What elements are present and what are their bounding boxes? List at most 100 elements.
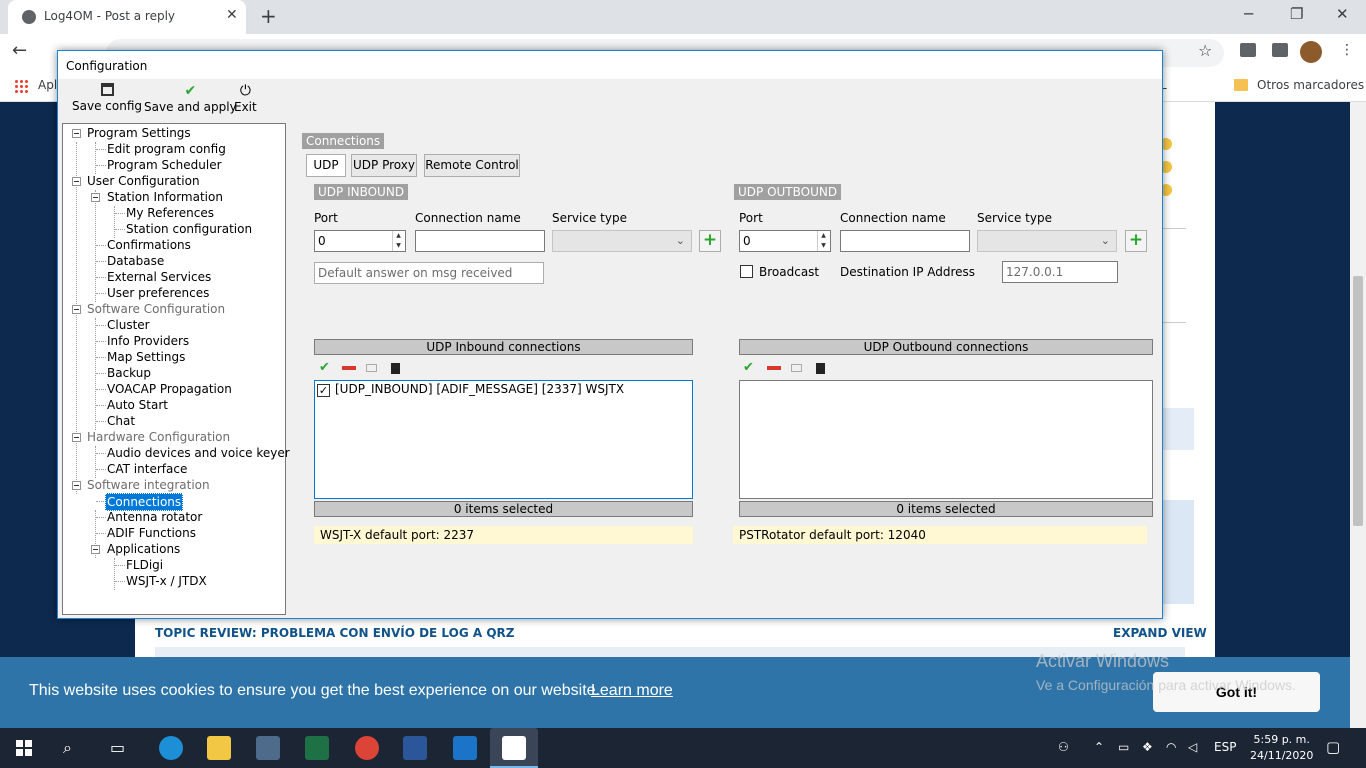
search-icon[interactable]: ⌕ (63, 738, 72, 758)
chevron-up-icon[interactable]: ⌃ (1094, 740, 1104, 754)
notifications-icon[interactable]: ▢ (1326, 738, 1340, 756)
file-explorer-icon[interactable] (207, 736, 231, 760)
enable-check-icon[interactable]: ✔ (319, 361, 330, 375)
tree-station-information[interactable]: Station Information (107, 189, 223, 205)
clock[interactable]: 5:59 p. m. 24/11/2020 (1250, 732, 1313, 764)
tree-hardware-configuration[interactable]: Hardware Configuration (87, 429, 230, 445)
tree-applications[interactable]: Applications (107, 541, 180, 557)
page-scrollbar[interactable] (1350, 102, 1366, 728)
tree-database[interactable]: Database (107, 253, 164, 269)
default-answer-input[interactable]: Default answer on msg received (314, 262, 544, 284)
learn-more-link[interactable]: Learn more (591, 682, 673, 700)
window-close-icon[interactable]: ✕ (1336, 5, 1349, 23)
tree-adif-functions[interactable]: ADIF Functions (107, 525, 196, 541)
list-item-checkbox[interactable]: ✓ (317, 384, 330, 397)
other-bookmarks[interactable]: Otros marcadores (1257, 78, 1364, 92)
collapse-toggle-icon[interactable] (72, 177, 81, 186)
word-icon[interactable] (403, 736, 427, 760)
store-icon[interactable] (256, 736, 280, 760)
tree-cat-interface[interactable]: CAT interface (107, 461, 187, 477)
outbound-add-button[interactable]: + (1125, 230, 1147, 252)
windows-start-icon[interactable] (16, 740, 32, 756)
destination-ip-input[interactable]: 127.0.0.1 (1002, 261, 1118, 283)
tree-user-configuration[interactable]: User Configuration (87, 173, 200, 189)
list-item[interactable]: [UDP_INBOUND] [ADIF_MESSAGE] [2337] WSJT… (335, 382, 624, 396)
tree-cluster[interactable]: Cluster (107, 317, 150, 333)
dialog-titlebar[interactable]: Configuration (58, 51, 1162, 79)
tree-chat[interactable]: Chat (107, 413, 135, 429)
trash-icon[interactable] (816, 363, 825, 374)
tree-backup[interactable]: Backup (107, 365, 151, 381)
inbound-connection-name-input[interactable] (415, 230, 545, 252)
inbound-connections-list[interactable]: ✓ [UDP_INBOUND] [ADIF_MESSAGE] [2337] WS… (314, 380, 693, 499)
expand-view-link[interactable]: EXPAND VIEW (1113, 626, 1207, 640)
tree-voacap-propagation[interactable]: VOACAP Propagation (107, 381, 232, 397)
browser-tab[interactable]: Log4OM - Post a reply ✕ (8, 0, 246, 34)
apps-grid-icon[interactable] (14, 79, 28, 93)
close-icon[interactable]: ✕ (226, 7, 238, 23)
back-arrow-icon[interactable]: ← (12, 40, 27, 61)
remove-minus-icon[interactable] (767, 366, 781, 370)
broadcast-checkbox[interactable] (740, 265, 753, 278)
puzzle-icon[interactable] (1272, 43, 1288, 57)
tree-audio-devices[interactable]: Audio devices and voice keyer (107, 445, 290, 461)
battery-icon[interactable]: ▭ (1118, 740, 1129, 754)
outbound-service-type-select[interactable]: ⌄ (977, 230, 1117, 252)
task-view-icon[interactable]: ▭ (110, 738, 125, 757)
inbound-service-type-select[interactable]: ⌄ (552, 230, 692, 252)
outbound-connections-list[interactable] (739, 380, 1153, 499)
duplicate-icon[interactable] (791, 364, 802, 372)
duplicate-icon[interactable] (366, 364, 377, 372)
edge-icon[interactable] (159, 736, 183, 760)
tree-info-providers[interactable]: Info Providers (107, 333, 189, 349)
tree-software-integration[interactable]: Software integration (87, 477, 210, 493)
collapse-toggle-icon[interactable] (91, 545, 100, 554)
inbound-add-button[interactable]: + (699, 230, 721, 252)
tree-fldigi[interactable]: FLDigi (126, 557, 163, 573)
excel-icon[interactable] (305, 736, 329, 760)
cast-icon[interactable] (1240, 43, 1256, 57)
collapse-toggle-icon[interactable] (91, 193, 100, 202)
mail-icon[interactable] (453, 736, 477, 760)
settings-tree[interactable]: Program Settings Edit program config Pro… (62, 123, 290, 615)
menu-kebab-icon[interactable]: ⋮ (1340, 42, 1354, 58)
tree-external-services[interactable]: External Services (107, 269, 211, 285)
inbound-port-stepper[interactable]: ▲ ▼ (392, 231, 404, 251)
new-tab-icon[interactable]: + (260, 4, 277, 28)
save-and-apply-button[interactable]: ✔ Save and apply (144, 83, 237, 114)
tab-remote-control[interactable]: Remote Control (424, 154, 520, 177)
collapse-toggle-icon[interactable] (72, 129, 81, 138)
tree-user-preferences[interactable]: User preferences (107, 285, 209, 301)
tree-station-configuration[interactable]: Station configuration (126, 221, 252, 237)
outbound-port-stepper[interactable]: ▲ ▼ (817, 231, 829, 251)
tree-auto-start[interactable]: Auto Start (107, 397, 168, 413)
chrome-icon[interactable] (355, 736, 379, 760)
profile-avatar[interactable] (1300, 41, 1322, 63)
tree-wsjtx-jtdx[interactable]: WSJT-x / JTDX (126, 573, 207, 589)
tree-antenna-rotator[interactable]: Antenna rotator (107, 509, 202, 525)
collapse-toggle-icon[interactable] (72, 305, 81, 314)
tree-program-settings[interactable]: Program Settings (87, 125, 191, 141)
minimize-icon[interactable]: ─ (1244, 5, 1253, 23)
dropbox-icon[interactable]: ❖ (1142, 740, 1153, 754)
collapse-toggle-icon[interactable] (72, 481, 81, 490)
collapse-toggle-icon[interactable] (72, 433, 81, 442)
tree-software-configuration[interactable]: Software Configuration (87, 301, 225, 317)
language-indicator[interactable]: ESP (1214, 740, 1236, 754)
save-config-button[interactable]: Save config (72, 83, 142, 113)
tree-program-scheduler[interactable]: Program Scheduler (107, 157, 222, 173)
outbound-connection-name-input[interactable] (840, 230, 970, 252)
tree-edit-program-config[interactable]: Edit program config (107, 141, 226, 157)
wifi-icon[interactable]: ◠ (1166, 740, 1176, 754)
restore-icon[interactable]: ❐ (1290, 5, 1303, 23)
people-icon[interactable]: ⚇ (1058, 740, 1069, 754)
tab-udp[interactable]: UDP (306, 154, 346, 177)
tab-udp-proxy[interactable]: UDP Proxy (351, 154, 417, 177)
scrollbar-thumb[interactable] (1353, 276, 1363, 526)
tree-my-references[interactable]: My References (126, 205, 214, 221)
volume-icon[interactable]: ◁ (1188, 740, 1197, 754)
trash-icon[interactable] (391, 363, 400, 374)
tree-map-settings[interactable]: Map Settings (107, 349, 185, 365)
remove-minus-icon[interactable] (342, 366, 356, 370)
tree-confirmations[interactable]: Confirmations (107, 237, 191, 253)
